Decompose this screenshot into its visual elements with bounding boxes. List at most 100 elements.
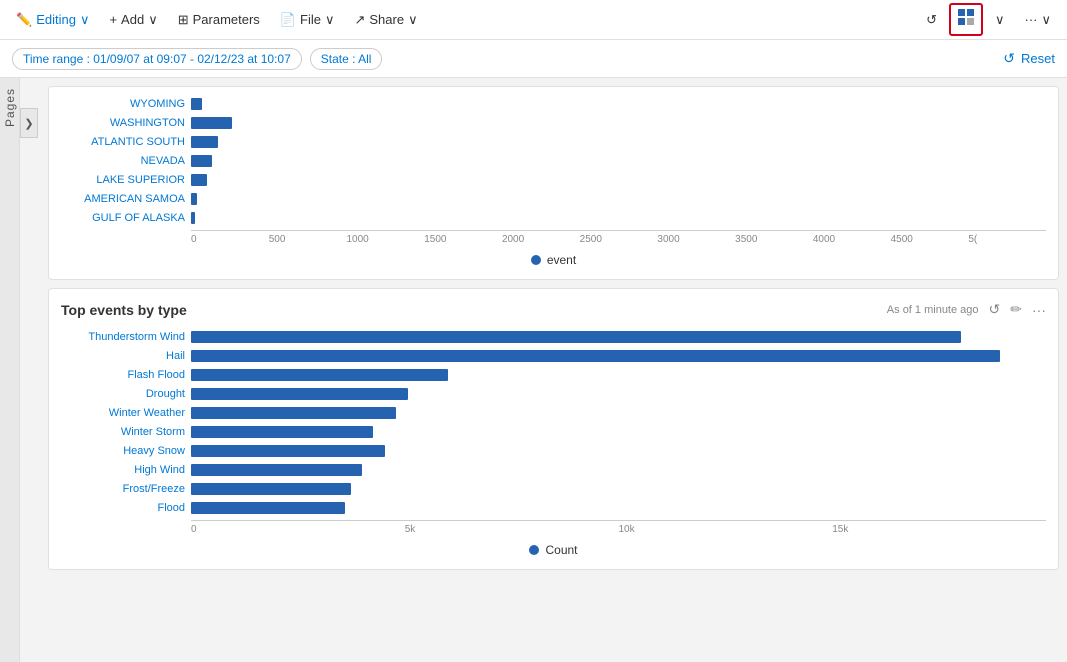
bottom-chart-meta: As of 1 minute ago — [887, 304, 979, 316]
pages-sidebar[interactable]: Pages — [0, 78, 20, 662]
top-x-tick: 2000 — [502, 234, 580, 245]
reset-icon: ↺ — [1003, 50, 1015, 67]
save-icon — [957, 8, 975, 31]
bottom-chart-panel: Top events by type As of 1 minute ago ↺ … — [48, 288, 1059, 570]
undo-button[interactable]: ↺ — [918, 8, 945, 32]
bottom-bar-row: Winter Weather — [61, 404, 1046, 422]
bottom-bar-fill — [191, 464, 362, 476]
share-chevron-icon: ∨ — [408, 12, 418, 28]
bottom-chart-refresh-icon[interactable]: ↺ — [989, 301, 1001, 318]
bottom-bar-track — [191, 388, 1046, 400]
bottom-bar-row: Frost/Freeze — [61, 480, 1046, 498]
bottom-bar-fill — [191, 350, 1000, 362]
share-icon: ↗ — [354, 12, 365, 28]
bottom-bar-track — [191, 350, 1046, 362]
bottom-bar-fill — [191, 483, 351, 495]
add-label: Add — [121, 12, 144, 27]
top-bar-row: AMERICAN SAMOA — [61, 190, 1046, 208]
parameters-button[interactable]: ⊞ Parameters — [170, 8, 268, 32]
bottom-bar-track — [191, 331, 1046, 343]
top-bar-track — [191, 212, 1046, 224]
chevron-down-icon: ∨ — [995, 12, 1005, 28]
top-bar-row: NEVADA — [61, 152, 1046, 170]
top-bar-track — [191, 136, 1046, 148]
top-bar-row: WASHINGTON — [61, 114, 1046, 132]
top-bar-track — [191, 193, 1046, 205]
top-x-tick: 0 — [191, 234, 269, 245]
bottom-chart-edit-icon[interactable]: ✏ — [1010, 301, 1022, 318]
file-label: File — [300, 12, 321, 27]
pencil-icon: ✏️ — [16, 12, 32, 28]
bottom-bar-label: Hail — [61, 350, 191, 362]
sidebar-collapse-button[interactable]: ❯ — [20, 108, 38, 138]
bottom-bar-track — [191, 445, 1046, 457]
state-filter[interactable]: State : All — [310, 48, 383, 70]
bottom-bar-label: Thunderstorm Wind — [61, 331, 191, 343]
bottom-bar-chart: Thunderstorm Wind Hail Flash Flood Droug… — [61, 328, 1046, 518]
top-x-tick: 3000 — [657, 234, 735, 245]
top-bar-row: ATLANTIC SOUTH — [61, 133, 1046, 151]
top-bar-fill — [191, 174, 207, 186]
top-bar-label: AMERICAN SAMOA — [61, 193, 191, 205]
bottom-chart-more-icon[interactable]: ··· — [1032, 302, 1046, 318]
top-legend-label: event — [547, 253, 576, 267]
bottom-bar-fill — [191, 426, 373, 438]
bottom-bar-track — [191, 502, 1046, 514]
bottom-bar-row: High Wind — [61, 461, 1046, 479]
more-button[interactable]: ··· ∨ — [1016, 8, 1059, 32]
top-bar-label: GULF OF ALASKA — [61, 212, 191, 224]
bottom-x-tick: 5k — [405, 524, 619, 535]
bottom-bar-row: Hail — [61, 347, 1046, 365]
top-x-tick: 5( — [968, 234, 1046, 245]
bottom-bar-track — [191, 464, 1046, 476]
bottom-bar-fill — [191, 407, 396, 419]
bottom-legend-dot — [529, 545, 539, 555]
add-button[interactable]: + Add ∨ — [101, 8, 165, 32]
toolbar: ✏️ Editing ∨ + Add ∨ ⊞ Parameters 📄 File… — [0, 0, 1067, 40]
bottom-chart-legend: Count — [61, 543, 1046, 557]
share-label: Share — [369, 12, 404, 27]
bottom-bar-fill — [191, 331, 961, 343]
top-bar-fill — [191, 193, 197, 205]
share-button[interactable]: ↗ Share ∨ — [346, 8, 425, 32]
plus-icon: + — [109, 12, 117, 27]
chevron-down-button[interactable]: ∨ — [987, 8, 1013, 32]
parameters-label: Parameters — [193, 12, 260, 27]
file-chevron-icon: ∨ — [325, 12, 335, 28]
save-button[interactable] — [949, 3, 983, 36]
top-bar-fill — [191, 117, 232, 129]
top-bar-track — [191, 155, 1046, 167]
top-x-tick: 4000 — [813, 234, 891, 245]
reset-label[interactable]: Reset — [1021, 51, 1055, 66]
bottom-bar-track — [191, 369, 1046, 381]
filter-bar: Time range : 01/09/07 at 09:07 - 02/12/2… — [0, 40, 1067, 78]
reset-area: ↺ Reset — [1003, 50, 1055, 67]
time-range-label: Time range : 01/09/07 at 09:07 - 02/12/2… — [23, 52, 291, 66]
bottom-bar-label: High Wind — [61, 464, 191, 476]
bottom-x-tick: 10k — [619, 524, 833, 535]
time-range-filter[interactable]: Time range : 01/09/07 at 09:07 - 02/12/2… — [12, 48, 302, 70]
top-bar-label: LAKE SUPERIOR — [61, 174, 191, 186]
bottom-bar-row: Flood — [61, 499, 1046, 517]
top-bar-label: WASHINGTON — [61, 117, 191, 129]
bottom-bar-row: Flash Flood — [61, 366, 1046, 384]
top-bar-label: NEVADA — [61, 155, 191, 167]
bottom-legend-label: Count — [545, 543, 577, 557]
bottom-bar-label: Flood — [61, 502, 191, 514]
pages-label: Pages — [3, 88, 17, 127]
bottom-bar-fill — [191, 369, 448, 381]
editing-label: Editing — [36, 12, 76, 27]
chevron-right-icon: ❯ — [24, 117, 33, 130]
file-button[interactable]: 📄 File ∨ — [272, 8, 343, 32]
top-bar-fill — [191, 136, 218, 148]
bottom-bar-row: Drought — [61, 385, 1046, 403]
top-x-tick: 500 — [269, 234, 347, 245]
top-bar-label: ATLANTIC SOUTH — [61, 136, 191, 148]
top-bar-fill — [191, 155, 212, 167]
bottom-bar-label: Flash Flood — [61, 369, 191, 381]
editing-button[interactable]: ✏️ Editing ∨ — [8, 8, 97, 32]
content-area: WYOMING WASHINGTON ATLANTIC SOUTH NEVADA… — [20, 78, 1067, 662]
top-bar-track — [191, 174, 1046, 186]
top-x-tick: 4500 — [891, 234, 969, 245]
bottom-bar-label: Winter Storm — [61, 426, 191, 438]
